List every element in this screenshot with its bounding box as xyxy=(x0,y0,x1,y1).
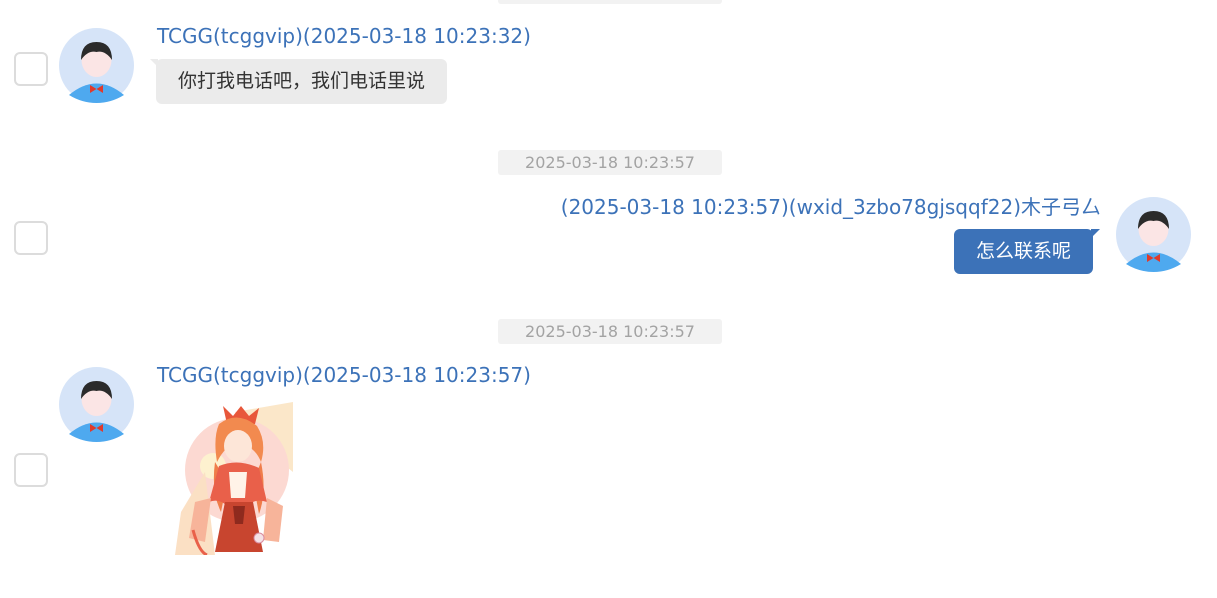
anime-girl-image[interactable] xyxy=(175,402,293,555)
sender-label: (2025-03-18 10:23:57)(wxid_3zbo78gjsqqf2… xyxy=(560,195,1101,219)
timestamp-separator: 2025-03-18 10:23:57 xyxy=(498,319,722,344)
avatar[interactable] xyxy=(59,28,134,103)
message-bubble[interactable]: 怎么联系呢 xyxy=(953,229,1101,274)
message-bubble[interactable]: 你打我电话吧，我们电话里说 xyxy=(149,59,448,104)
message-select-checkbox[interactable] xyxy=(14,453,48,487)
message-select-checkbox[interactable] xyxy=(14,221,48,255)
chat-log: TCGG(tcggvip)(2025-03-18 10:23:32) 你打我电话… xyxy=(0,0,1217,598)
timestamp-separator: 2025-03-18 10:23:57 xyxy=(498,150,722,175)
sender-label: TCGG(tcggvip)(2025-03-18 10:23:57) xyxy=(157,363,531,387)
message-select-checkbox[interactable] xyxy=(14,52,48,86)
sender-label: TCGG(tcggvip)(2025-03-18 10:23:32) xyxy=(157,24,531,48)
timestamp-separator-top xyxy=(498,0,722,4)
avatar[interactable] xyxy=(59,367,134,442)
avatar[interactable] xyxy=(1116,197,1191,272)
